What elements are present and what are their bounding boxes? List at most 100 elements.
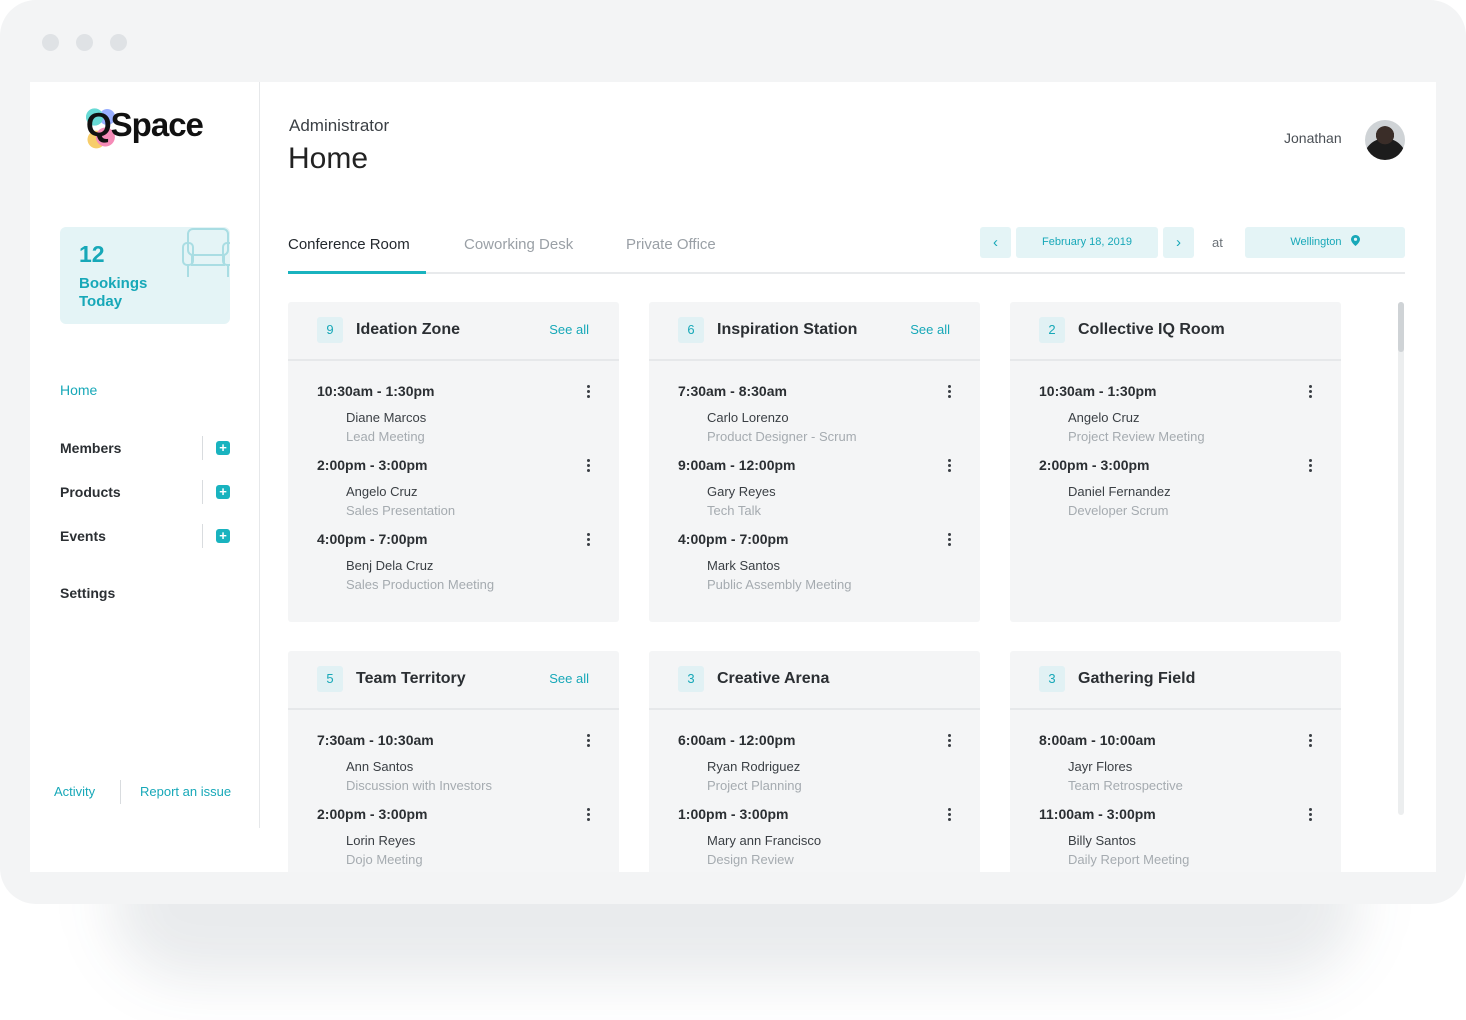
booking-item[interactable]: 2:00pm - 3:00pm Angelo Cruz Sales Presenta… — [288, 457, 619, 531]
booking-item[interactable]: 2:00pm - 3:00pm Daniel Fernandez Developer… — [1010, 457, 1341, 531]
booking-description: Tech Talk — [707, 503, 761, 518]
more-options-icon[interactable] — [585, 734, 591, 748]
tab-private-office[interactable]: Private Office — [626, 236, 716, 272]
page-title: Home — [288, 142, 369, 175]
bookings-count: 12 — [79, 241, 105, 267]
more-options-icon[interactable] — [1307, 459, 1313, 473]
more-options-icon[interactable] — [946, 734, 952, 748]
booking-item[interactable]: 9:00am - 12:00pm Gary Reyes Tech Talk — [649, 457, 980, 531]
room-card-header: 5 Team Territory See all — [288, 651, 619, 710]
booking-person: Jayr Flores — [1068, 759, 1133, 774]
date-picker[interactable]: February 18, 2019 — [1016, 227, 1158, 258]
browser-frame: QSpace 12 Bookings Today Home Members + … — [0, 0, 1466, 904]
booking-person: Ann Santos — [346, 759, 414, 774]
room-card: 9 Ideation Zone See all 10:30am - 1:30pm Dia… — [288, 302, 619, 622]
active-tab-indicator — [288, 271, 426, 274]
avatar[interactable] — [1365, 120, 1405, 160]
more-options-icon[interactable] — [946, 385, 952, 399]
booking-time: 1:00pm - 3:00pm — [678, 806, 789, 822]
more-options-icon[interactable] — [946, 533, 952, 547]
scrollbar-thumb[interactable] — [1398, 302, 1404, 352]
see-all-link[interactable]: See all — [910, 322, 950, 337]
booking-item[interactable]: 6:00am - 12:00pm Ryan Rodriguez Project Pl… — [649, 732, 980, 806]
room-card: 3 Creative Arena 6:00am - 12:00pm Ryan Rodr… — [649, 651, 980, 872]
sidebar-item-events[interactable]: Events + — [60, 524, 230, 548]
booking-person: Diane Marcos — [346, 410, 427, 425]
logo-text: QSpace — [86, 106, 204, 143]
booking-item[interactable]: 10:30am - 1:30pm Diane Marcos Lead Meeting — [288, 383, 619, 457]
room-card: 6 Inspiration Station See all 7:30am - 8:30… — [649, 302, 980, 622]
sidebar-footer: Activity Report an issue — [54, 780, 254, 804]
map-pin-icon — [1350, 235, 1360, 246]
user-role: Administrator — [289, 116, 390, 135]
sidebar-item-home[interactable]: Home — [60, 378, 230, 402]
booking-description: Daily Report Meeting — [1068, 852, 1190, 867]
room-card: 2 Collective IQ Room 10:30am - 1:30pm Angel… — [1010, 302, 1341, 622]
booking-item[interactable]: 4:00pm - 7:00pm Mark Santos Public Assembl… — [649, 531, 980, 605]
activity-link[interactable]: Activity — [54, 784, 95, 799]
booking-person: Lorin Reyes — [346, 833, 416, 848]
report-issue-link[interactable]: Report an issue — [140, 784, 231, 799]
booking-item[interactable]: 2:00pm - 3:00pm Lorin Reyes Dojo Meeting — [288, 806, 619, 872]
sidebar-item-products[interactable]: Products + — [60, 480, 230, 504]
more-options-icon[interactable] — [585, 533, 591, 547]
more-options-icon[interactable] — [585, 385, 591, 399]
window-dot-close[interactable] — [42, 34, 59, 51]
room-card-header: 3 Creative Arena — [649, 651, 980, 710]
booking-item[interactable]: 7:30am - 10:30am Ann Santos Discussion wit… — [288, 732, 619, 806]
more-options-icon[interactable] — [946, 808, 952, 822]
booking-item[interactable]: 11:00am - 3:00pm Billy Santos Daily Report… — [1010, 806, 1341, 872]
more-options-icon[interactable] — [946, 459, 952, 473]
sidebar-item-label: Home — [60, 382, 98, 398]
prev-date-button[interactable]: ‹ — [980, 227, 1011, 258]
booking-time: 6:00am - 12:00pm — [678, 732, 796, 748]
more-options-icon[interactable] — [1307, 734, 1313, 748]
sidebar-item-label: Events — [60, 528, 106, 544]
booking-description: Product Designer - Scrum — [707, 429, 857, 444]
divider — [202, 480, 203, 504]
booking-item[interactable]: 4:00pm - 7:00pm Benj Dela Cruz Sales Produ… — [288, 531, 619, 605]
tab-coworking-desk[interactable]: Coworking Desk — [464, 236, 573, 272]
booking-time: 4:00pm - 7:00pm — [678, 531, 789, 547]
more-options-icon[interactable] — [585, 808, 591, 822]
window-dot-maximize[interactable] — [110, 34, 127, 51]
see-all-link[interactable]: See all — [549, 322, 589, 337]
booking-person: Mark Santos — [707, 558, 780, 573]
location-picker[interactable]: Wellington — [1245, 227, 1405, 258]
at-label: at — [1212, 235, 1223, 250]
tab-conference-room[interactable]: Conference Room — [288, 236, 410, 272]
more-options-icon[interactable] — [1307, 385, 1313, 399]
selected-location: Wellington — [1290, 236, 1342, 248]
booking-item[interactable]: 8:00am - 10:00am Jayr Flores Team Retrospe… — [1010, 732, 1341, 806]
booking-description: Project Planning — [707, 778, 802, 793]
room-booking-count: 6 — [678, 317, 704, 343]
booking-item[interactable]: 7:30am - 8:30am Carlo Lorenzo Product Desi… — [649, 383, 980, 457]
window-dot-minimize[interactable] — [76, 34, 93, 51]
sidebar-item-settings[interactable]: Settings — [60, 581, 230, 605]
room-booking-count: 3 — [678, 666, 704, 692]
add-product-plus-icon[interactable]: + — [216, 485, 230, 499]
sidebar-item-members[interactable]: Members + — [60, 436, 230, 460]
booking-person: Billy Santos — [1068, 833, 1136, 848]
more-options-icon[interactable] — [1307, 808, 1313, 822]
booking-description: Project Review Meeting — [1068, 429, 1205, 444]
booking-description: Design Review — [707, 852, 794, 867]
user-name[interactable]: Jonathan — [1284, 130, 1342, 146]
add-member-plus-icon[interactable]: + — [216, 441, 230, 455]
booking-person: Mary ann Francisco — [707, 833, 822, 848]
more-options-icon[interactable] — [585, 459, 591, 473]
booking-person: Angelo Cruz — [346, 484, 418, 499]
room-booking-count: 2 — [1039, 317, 1065, 343]
room-name: Collective IQ Room — [1078, 321, 1225, 338]
booking-description: Public Assembly Meeting — [707, 577, 852, 592]
booking-description: Team Retrospective — [1068, 778, 1183, 793]
scrollbar-track[interactable] — [1398, 302, 1404, 815]
booking-item[interactable]: 10:30am - 1:30pm Angelo Cruz Project Revie… — [1010, 383, 1341, 457]
next-date-button[interactable]: › — [1163, 227, 1194, 258]
booking-item[interactable]: 1:00pm - 3:00pm Mary ann Francisco Design … — [649, 806, 980, 872]
see-all-link[interactable]: See all — [549, 671, 589, 686]
room-card-header: 6 Inspiration Station See all — [649, 302, 980, 361]
room-type-tabs: Conference Room Coworking Desk Private O… — [288, 228, 1405, 274]
booking-time: 7:30am - 10:30am — [317, 732, 434, 748]
add-event-plus-icon[interactable]: + — [216, 529, 230, 543]
